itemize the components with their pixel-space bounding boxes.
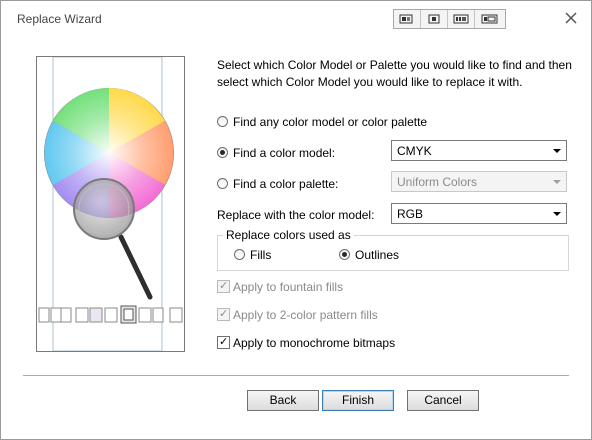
cancel-button[interactable]: Cancel xyxy=(407,390,479,411)
properties-icon[interactable] xyxy=(475,10,505,28)
find-model-label[interactable]: Find a color model: xyxy=(233,146,335,160)
instructions-text: Select which Color Model or Palette you … xyxy=(217,58,572,89)
bitmaps-checkbox[interactable]: ✓ xyxy=(217,336,230,349)
find-model-radio[interactable] xyxy=(217,147,228,158)
chevron-down-icon xyxy=(553,180,561,184)
color-model-icon[interactable] xyxy=(394,10,421,28)
chevron-down-icon xyxy=(553,149,561,153)
find-model-select[interactable]: CMYK xyxy=(391,140,567,161)
close-icon[interactable] xyxy=(561,8,581,28)
replace-model-value: RGB xyxy=(397,207,424,221)
checkmark-icon: ✓ xyxy=(219,336,229,348)
replace-colors-legend: Replace colors used as xyxy=(223,228,354,242)
find-any-label[interactable]: Find any color model or color palette xyxy=(233,115,427,129)
find-mode-toolbar xyxy=(393,9,506,29)
replace-model-select[interactable]: RGB xyxy=(391,203,567,224)
footer-divider xyxy=(23,375,569,376)
bitmaps-label[interactable]: Apply to monochrome bitmaps xyxy=(233,336,395,350)
fountain-checkbox: ✓ xyxy=(217,280,230,293)
pattern-checkbox: ✓ xyxy=(217,308,230,321)
find-palette-select: Uniform Colors xyxy=(391,171,567,192)
find-palette-label[interactable]: Find a color palette: xyxy=(233,177,338,191)
wizard-illustration xyxy=(36,56,185,352)
object-icon[interactable] xyxy=(421,10,448,28)
replace-model-label: Replace with the color model: xyxy=(217,208,375,222)
outlines-radio[interactable] xyxy=(339,249,350,260)
fills-label[interactable]: Fills xyxy=(250,248,271,262)
window-title: Replace Wizard xyxy=(17,12,102,26)
find-model-value: CMYK xyxy=(397,144,432,158)
fills-radio[interactable] xyxy=(234,249,245,260)
fountain-label: Apply to fountain fills xyxy=(233,280,344,294)
chevron-down-icon xyxy=(553,212,561,216)
find-any-radio[interactable] xyxy=(217,116,228,127)
back-button[interactable]: Back xyxy=(247,390,319,411)
outlines-label[interactable]: Outlines xyxy=(355,248,399,262)
pattern-label: Apply to 2-color pattern fills xyxy=(233,308,378,322)
swatch-strip xyxy=(38,305,183,324)
finish-button[interactable]: Finish xyxy=(322,390,394,411)
checkmark-icon: ✓ xyxy=(219,308,229,320)
replace-wizard-dialog: Replace Wizard Select which Color Model … xyxy=(0,0,592,440)
find-palette-radio[interactable] xyxy=(217,178,228,189)
text-icon[interactable] xyxy=(448,10,475,28)
checkmark-icon: ✓ xyxy=(219,280,229,292)
title-bar: Replace Wizard xyxy=(1,1,591,35)
find-palette-value: Uniform Colors xyxy=(397,175,478,189)
